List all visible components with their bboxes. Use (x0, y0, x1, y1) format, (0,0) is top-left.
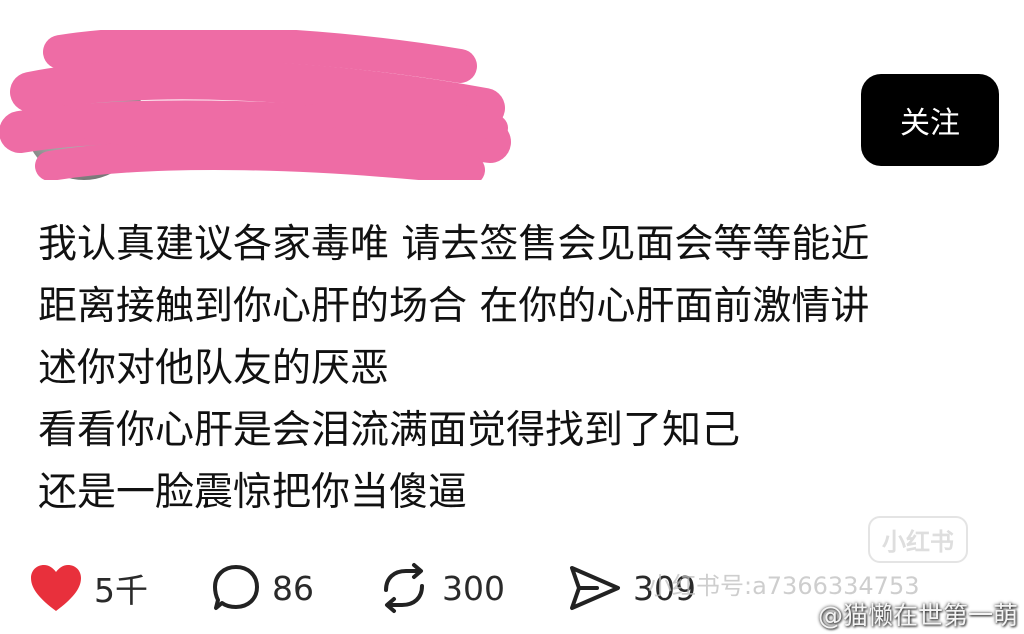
post-text-line: 我认真建议各家毒唯 请去签售会见面会等等能近 (38, 222, 870, 267)
like-button[interactable]: 5千 (28, 562, 148, 614)
repost-button[interactable]: 300 (376, 562, 505, 614)
post-text-line: 述你对他队友的厌恶 (38, 346, 390, 391)
share-plane-icon (570, 566, 620, 610)
post-text-line: 看看你心肝是会泪流满面觉得找到了知己 (38, 408, 741, 453)
post-text-line: 距离接触到你心肝的场合 在你的心肝面前激情讲 (38, 284, 870, 329)
follow-button[interactable]: 关注 (861, 74, 999, 166)
comment-button[interactable]: 86 (210, 562, 314, 614)
comment-bubble-icon (213, 565, 259, 610)
heart-icon (31, 565, 81, 611)
comment-count: 86 (272, 568, 314, 608)
xiaohongshu-watermark: 小红书 (868, 516, 968, 563)
redaction-scribble (0, 30, 511, 180)
post-text-line: 还是一脸震惊把你当傻逼 (38, 470, 468, 515)
weibo-watermark: @猫懒在世第一萌 (786, 596, 1018, 632)
weibo-handle: @猫懒在世第一萌 (818, 601, 1019, 630)
repost-count: 300 (442, 568, 505, 608)
repost-arrows-icon (384, 563, 424, 613)
post-content: 我认真建议各家毒唯 请去签售会见面会等等能近 距离接触到你心肝的场合 在你的心肝… (38, 214, 998, 524)
weibo-logo-icon (786, 604, 814, 625)
like-count: 5千 (94, 571, 148, 610)
